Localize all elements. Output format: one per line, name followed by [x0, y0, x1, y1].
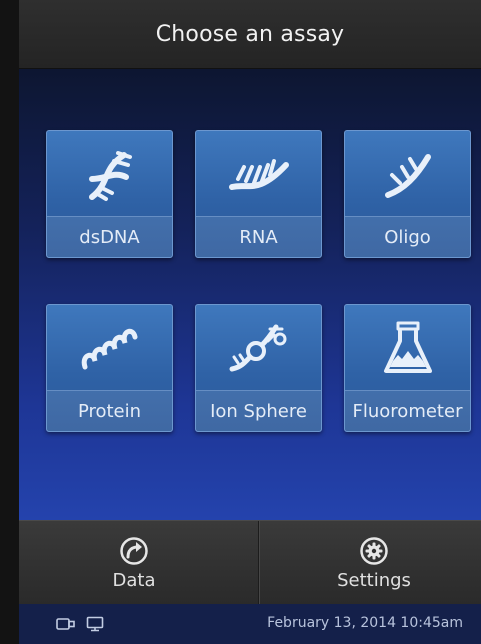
header-bar: Choose an assay: [19, 0, 481, 69]
date-time: February 13, 2014 10:45am: [267, 615, 463, 631]
assay-tile-label: Ion Sphere: [196, 390, 321, 431]
assay-tile-ion-sphere[interactable]: Ion Sphere: [195, 304, 322, 432]
share-arrow-icon: [119, 536, 149, 566]
settings-button[interactable]: Settings: [259, 521, 481, 605]
assay-tile-dsdna[interactable]: dsDNA: [46, 130, 173, 258]
assay-grid: dsDNA RNA Oligo Protein Ion Sphere Fluor…: [19, 69, 481, 520]
gear-icon: [359, 536, 389, 566]
assay-tile-label: Fluorometer: [345, 390, 470, 431]
assay-tile-fluorometer[interactable]: Fluorometer: [344, 304, 471, 432]
data-label: Data: [112, 569, 156, 591]
assay-tile-protein[interactable]: Protein: [46, 304, 173, 432]
fluorometer-flask-icon: [345, 305, 470, 393]
device-bezel: [0, 0, 19, 644]
assay-tile-label: Oligo: [345, 216, 470, 257]
bottom-nav: Data Settings: [19, 520, 481, 605]
protein-coil-icon: [47, 305, 172, 393]
assay-tile-label: RNA: [196, 216, 321, 257]
assay-tile-label: Protein: [47, 390, 172, 431]
usb-drive-icon: [56, 616, 76, 636]
assay-tile-oligo[interactable]: Oligo: [344, 130, 471, 258]
assay-selection-screen: Choose an assay dsDNA RNA Oligo Protein …: [0, 0, 481, 644]
assay-tile-label: dsDNA: [47, 216, 172, 257]
dsdna-helix-icon: [47, 131, 172, 219]
assay-tile-rna[interactable]: RNA: [195, 130, 322, 258]
status-bar: February 13, 2014 10:45am: [19, 604, 481, 644]
ion-sphere-icon: [196, 305, 321, 393]
computer-monitor-icon: [86, 616, 104, 636]
settings-label: Settings: [337, 569, 411, 591]
data-button[interactable]: Data: [19, 521, 249, 605]
oligo-strand-icon: [345, 131, 470, 219]
page-title: Choose an assay: [155, 21, 345, 47]
rna-strand-icon: [196, 131, 321, 219]
